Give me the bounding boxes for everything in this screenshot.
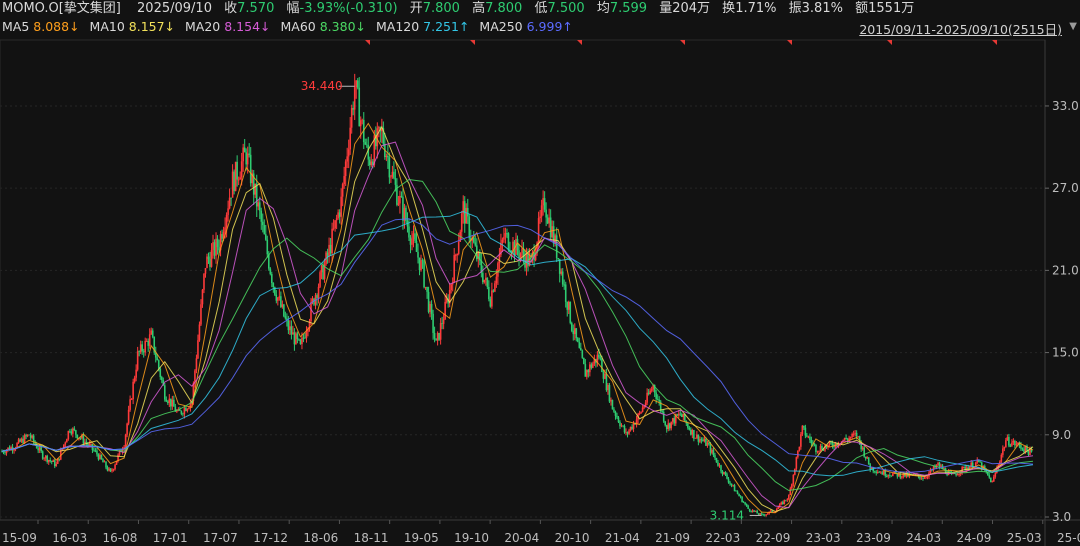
x-tick-label: 18-06	[303, 531, 338, 545]
x-tick-label: 25-03	[1007, 531, 1042, 545]
x-tick-label: 25-09	[1057, 531, 1080, 545]
y-tick-label: 27.0	[1052, 181, 1079, 195]
x-tick-label: 23-03	[806, 531, 841, 545]
y-tick-label: 9.0	[1052, 428, 1071, 442]
event-flag-icon	[680, 40, 685, 45]
x-tick-label: 19-05	[404, 531, 439, 545]
x-tick-label: 24-03	[906, 531, 941, 545]
event-flag-icon	[365, 40, 370, 45]
price-chart[interactable]: 33.0 27.0 21.0 15.0 9.0 3.0 15-09 16-03 16-08 17-…	[0, 0, 1080, 546]
event-flag-icon	[992, 40, 997, 45]
ma20-line	[1, 141, 1034, 509]
x-tick-label: 22-09	[756, 531, 791, 545]
y-tick-label: 33.0	[1052, 99, 1079, 113]
ma10-line	[1, 125, 1034, 513]
event-flag-icon	[470, 40, 475, 45]
x-tick-label: 18-11	[354, 531, 389, 545]
y-tick-label: 3.0	[1052, 510, 1071, 524]
stock-chart-window: MOMO.O[挚文集团] 2025/09/10 收7.570 幅-3.93%(-…	[0, 0, 1080, 546]
y-tick-label: 15.0	[1052, 346, 1079, 360]
x-tick-label: 22-03	[705, 531, 740, 545]
ma60-line	[1, 178, 1034, 492]
x-tick-label: 17-12	[253, 531, 288, 545]
event-flag-icon	[577, 40, 582, 45]
max-price-label: 34.440	[301, 79, 343, 93]
x-tick-label: 16-03	[52, 531, 87, 545]
plot-frame	[0, 39, 1046, 521]
min-price-label: 3.114	[710, 508, 744, 522]
x-tick-label: 21-09	[655, 531, 690, 545]
x-tick-label: 19-10	[454, 531, 489, 545]
y-tick-label: 21.0	[1052, 263, 1079, 277]
x-tick-label: 20-04	[504, 531, 539, 545]
x-tick-label: 21-04	[605, 531, 640, 545]
event-flag-icon	[887, 40, 892, 45]
x-tick-label: 24-09	[957, 531, 992, 545]
x-tick-label: 17-01	[153, 531, 188, 545]
x-tick-label: 23-09	[856, 531, 891, 545]
x-tick-label: 16-08	[102, 531, 137, 545]
x-tick-label: 17-07	[203, 531, 238, 545]
event-flag-icon	[787, 40, 792, 45]
x-tick-label: 15-09	[2, 531, 37, 545]
x-tick-label: 20-10	[555, 531, 590, 545]
